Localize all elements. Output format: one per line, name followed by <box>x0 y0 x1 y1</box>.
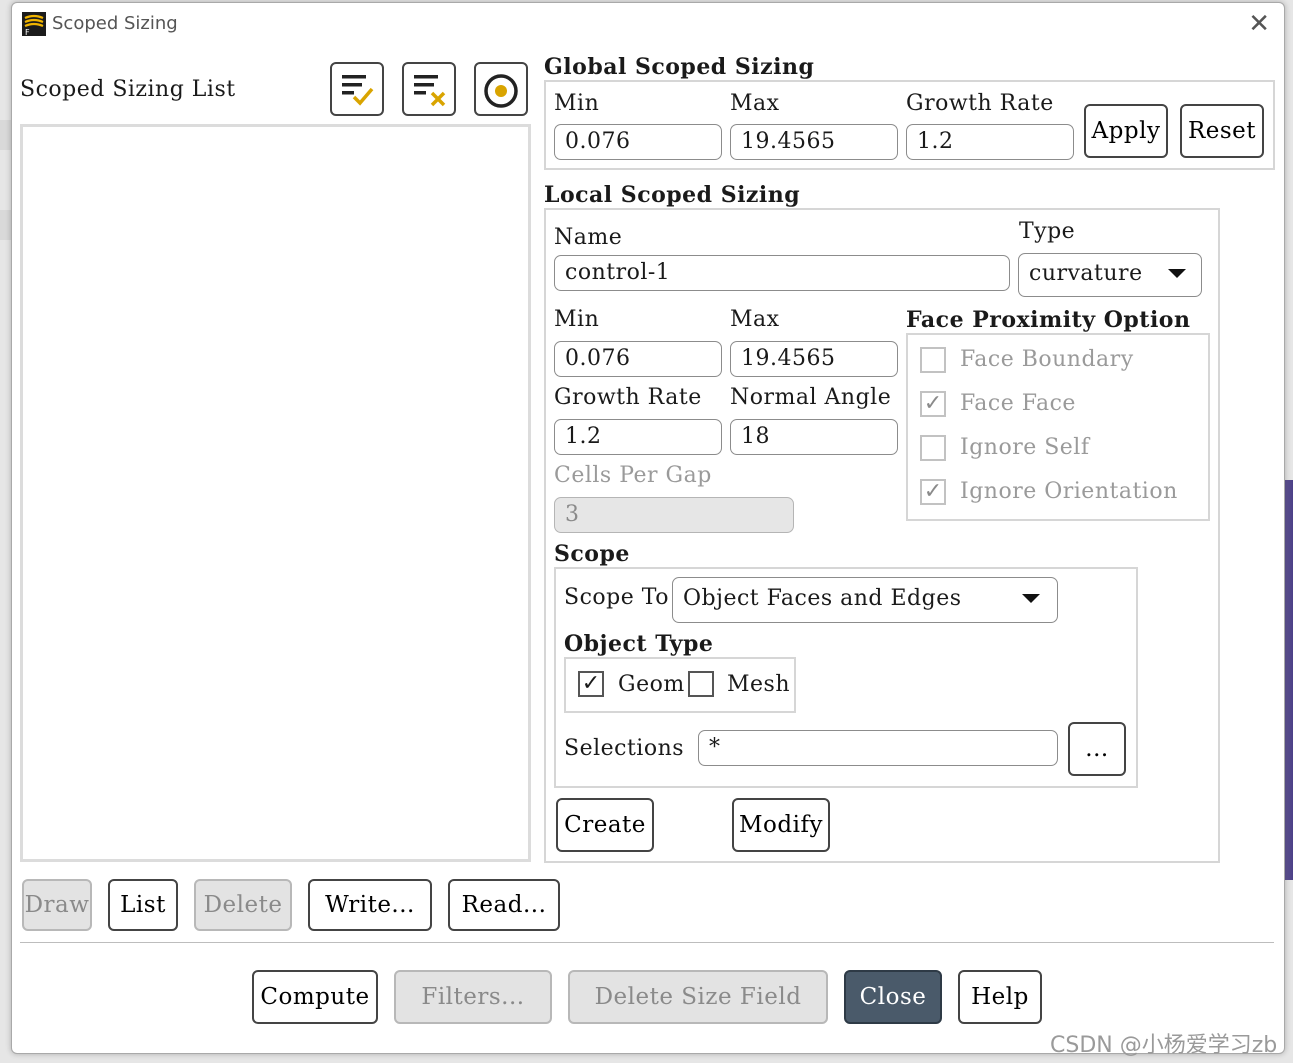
global-growth-rate-label: Growth Rate <box>906 91 1054 116</box>
deselect-all-icon <box>414 75 446 107</box>
scoped-sizing-list-title: Scoped Sizing List <box>20 77 236 102</box>
filters-button[interactable]: Filters... <box>394 970 552 1024</box>
scope-to-chevron-down-icon[interactable] <box>1022 594 1040 603</box>
local-min-label: Min <box>554 307 600 332</box>
background-fragment <box>0 210 11 240</box>
geom-check-icon: ✓ <box>581 671 601 696</box>
background-fragment <box>0 120 11 150</box>
mesh-checkbox[interactable] <box>688 671 714 697</box>
select-all-icon <box>342 75 374 106</box>
read-button[interactable]: Read... <box>448 879 560 931</box>
normal-angle-input[interactable]: 18 <box>730 419 898 455</box>
cells-per-gap-input[interactable]: 3 <box>554 497 794 533</box>
scoped-sizing-listbox[interactable] <box>20 124 531 862</box>
modify-button[interactable]: Modify <box>732 798 830 852</box>
ignore-orientation-checkbox[interactable]: ✓ <box>920 479 946 505</box>
watermark: CSDN @小杨爱学习zb <box>1050 1033 1278 1058</box>
geom-checkbox[interactable]: ✓ <box>578 671 604 697</box>
scoped-sizing-dialog: F Scoped Sizing ✕ Scoped Sizing List Dra… <box>11 2 1285 1054</box>
ignore-orientation-check-icon: ✓ <box>923 479 943 504</box>
selections-browse-button[interactable]: ... <box>1068 722 1126 776</box>
face-face-checkbox[interactable]: ✓ <box>920 391 946 417</box>
type-label: Type <box>1019 219 1076 244</box>
object-type-label: Object Type <box>564 631 714 657</box>
scope-to-dropdown-value: Object Faces and Edges <box>683 586 962 611</box>
reset-button[interactable]: Reset <box>1180 104 1264 158</box>
cells-per-gap-label: Cells Per Gap <box>554 463 712 488</box>
delete-size-field-button[interactable]: Delete Size Field <box>568 970 828 1024</box>
local-growth-rate-input[interactable]: 1.2 <box>554 419 722 455</box>
global-min-label: Min <box>554 91 600 116</box>
local-min-input[interactable]: 0.076 <box>554 341 722 377</box>
name-input[interactable]: control-1 <box>554 255 1010 291</box>
target-button[interactable] <box>474 62 528 116</box>
delete-button[interactable]: Delete <box>194 879 292 931</box>
type-dropdown-chevron-down-icon[interactable] <box>1168 269 1186 278</box>
list-button[interactable]: List <box>108 879 178 931</box>
global-scoped-sizing-title: Global Scoped Sizing <box>544 54 815 80</box>
local-max-input[interactable]: 19.4565 <box>730 341 898 377</box>
create-button[interactable]: Create <box>556 798 654 852</box>
face-boundary-checkbox[interactable] <box>920 347 946 373</box>
face-face-check-icon: ✓ <box>923 391 943 416</box>
local-scoped-sizing-title: Local Scoped Sizing <box>544 182 801 208</box>
title-bar[interactable]: F Scoped Sizing ✕ <box>12 3 1284 45</box>
window-title: Scoped Sizing <box>52 13 178 34</box>
local-growth-rate-label: Growth Rate <box>554 385 702 410</box>
target-icon <box>484 74 518 108</box>
selections-label: Selections <box>564 736 685 761</box>
compute-button[interactable]: Compute <box>252 970 378 1024</box>
global-max-input[interactable]: 19.4565 <box>730 124 898 160</box>
select-all-button[interactable] <box>330 62 384 116</box>
svg-text:F: F <box>25 28 30 36</box>
help-button[interactable]: Help <box>958 970 1042 1024</box>
mesh-label: Mesh <box>727 672 791 697</box>
apply-button[interactable]: Apply <box>1084 104 1168 158</box>
geom-label: Geom <box>618 672 685 697</box>
selections-input[interactable]: * <box>698 730 1058 766</box>
scope-to-dropdown[interactable]: Object Faces and Edges <box>672 577 1058 623</box>
close-button[interactable]: Close <box>844 970 942 1024</box>
close-icon[interactable]: ✕ <box>1248 9 1270 39</box>
write-button[interactable]: Write... <box>308 879 432 931</box>
global-growth-rate-input[interactable]: 1.2 <box>906 124 1074 160</box>
footer-separator <box>20 942 1274 943</box>
ignore-orientation-label: Ignore Orientation <box>960 479 1178 504</box>
face-boundary-label: Face Boundary <box>960 347 1134 372</box>
draw-button[interactable]: Draw <box>22 879 92 931</box>
ignore-self-checkbox[interactable] <box>920 435 946 461</box>
type-dropdown-value: curvature <box>1029 261 1143 286</box>
ignore-self-label: Ignore Self <box>960 435 1090 460</box>
scope-to-label: Scope To <box>564 585 669 610</box>
name-label: Name <box>554 225 623 250</box>
global-min-input[interactable]: 0.076 <box>554 124 722 160</box>
global-max-label: Max <box>730 91 780 116</box>
face-proximity-option-title: Face Proximity Option <box>906 307 1191 333</box>
normal-angle-label: Normal Angle <box>730 385 892 410</box>
face-face-label: Face Face <box>960 391 1076 416</box>
scope-title: Scope <box>554 541 630 567</box>
deselect-all-button[interactable] <box>402 62 456 116</box>
fluent-app-icon: F <box>22 12 46 36</box>
local-max-label: Max <box>730 307 780 332</box>
